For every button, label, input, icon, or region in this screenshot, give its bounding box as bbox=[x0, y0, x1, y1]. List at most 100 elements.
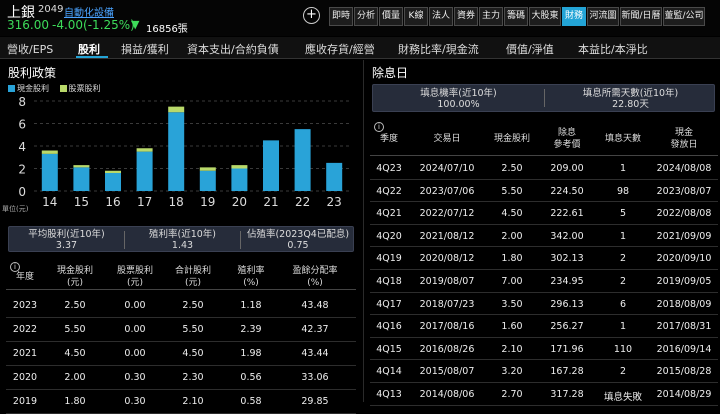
table-cell: 2.50 bbox=[501, 163, 523, 174]
nav-tab[interactable]: 財務比率/現金流 bbox=[398, 41, 479, 57]
column-header[interactable]: 填息天數 bbox=[596, 133, 650, 145]
column-header[interactable]: 股票股利 (元) bbox=[106, 265, 164, 289]
table-row[interactable]: 4Q13 2014/08/06 2.70 317.28 填息失敗 2014/08/29 bbox=[370, 383, 718, 406]
table-cell: 2020 bbox=[12, 372, 38, 383]
toolbar-button[interactable]: 河流圖 bbox=[587, 7, 619, 26]
table-cell: 6 bbox=[619, 298, 627, 310]
nav-tab[interactable]: 損益/獲利 bbox=[121, 41, 169, 57]
column-header[interactable]: 現金股利 bbox=[486, 133, 538, 145]
toolbar-button[interactable]: 資券 bbox=[454, 7, 478, 26]
table-cell: 5.50 bbox=[501, 185, 523, 197]
toolbar-button[interactable]: 分析 bbox=[354, 7, 378, 26]
table-cell: 2023/07/06 bbox=[419, 185, 475, 197]
table-row[interactable]: 4Q21 2022/07/12 4.50 222.61 5 2022/08/08 bbox=[370, 202, 718, 225]
table-cell: 98 bbox=[616, 185, 630, 197]
table-cell: 317.28 bbox=[550, 389, 584, 400]
table-row[interactable]: 4Q16 2017/08/16 1.60 256.27 1 2017/08/31 bbox=[370, 315, 718, 338]
add-watchlist-button[interactable]: + bbox=[303, 7, 320, 24]
table-cell: 1.60 bbox=[501, 321, 523, 333]
nav-tab[interactable]: 本益比/本淨比 bbox=[578, 41, 648, 57]
nav-tab[interactable]: 價值/淨值 bbox=[506, 41, 554, 57]
toolbar-button[interactable]: K線 bbox=[404, 7, 428, 26]
table-cell: 1.18 bbox=[240, 300, 262, 311]
industry-link[interactable]: 自動化設備 bbox=[64, 4, 114, 19]
price-change: -4.00(-1.25%) bbox=[52, 18, 135, 32]
column-header[interactable]: 年度 bbox=[6, 271, 44, 283]
stock-dividend-bar bbox=[136, 148, 153, 152]
table-row[interactable]: 4Q15 2016/08/26 2.10 171.96 110 2016/09/14 bbox=[370, 338, 718, 361]
panel-divider bbox=[363, 60, 364, 402]
table-cell: 2015/08/07 bbox=[419, 366, 475, 378]
avg-dividend-value: 3.37 bbox=[55, 240, 78, 251]
y-tick-label: 2 bbox=[18, 163, 26, 177]
table-row[interactable]: 4Q23 2024/07/10 2.50 209.00 1 2024/08/08 bbox=[370, 157, 718, 180]
x-tick-label: 16 bbox=[105, 195, 120, 209]
table-cell: 2 bbox=[619, 276, 627, 287]
table-cell: 2024/08/08 bbox=[656, 163, 712, 174]
table-cell: 5.50 bbox=[182, 324, 204, 335]
nav-tab[interactable]: 股利 bbox=[78, 41, 100, 57]
cash-dividend-bar bbox=[168, 112, 185, 191]
table-cell: 4Q14 bbox=[376, 366, 402, 378]
finance-subnav: 營收/EPS 股利 損益/獲利 資本支出/合約負債 應收存貨/經營 財務比率/現金流 價值/… bbox=[0, 37, 720, 59]
table-header-divider bbox=[370, 155, 718, 156]
toolbar-button[interactable]: 籌碼 bbox=[504, 7, 528, 26]
table-cell: 4Q20 bbox=[376, 230, 402, 242]
column-header[interactable]: 殖利率 (%) bbox=[222, 265, 280, 289]
table-cell: 2 bbox=[619, 253, 627, 265]
column-header[interactable]: 合計股利 (元) bbox=[164, 265, 222, 289]
table-row[interactable]: 2021 4.50 0.00 4.50 1.98 43.44 bbox=[6, 342, 356, 366]
table-cell: 4Q18 bbox=[376, 276, 402, 287]
table-row[interactable]: 4Q19 2020/08/12 1.80 302.13 2 2020/09/10 bbox=[370, 247, 718, 270]
table-cell: 3.20 bbox=[501, 366, 523, 378]
table-row[interactable]: 2022 5.50 0.00 5.50 2.39 42.37 bbox=[6, 318, 356, 342]
table-cell: 43.48 bbox=[301, 300, 329, 311]
column-header[interactable]: 季度 bbox=[370, 133, 408, 145]
table-cell: 2.00 bbox=[64, 372, 86, 383]
table-row[interactable]: 4Q20 2021/08/12 2.00 342.00 1 2021/09/09 bbox=[370, 225, 718, 248]
table-cell: 2014/08/29 bbox=[656, 389, 712, 400]
dividend-bar-chart: 0 2 4 6 8 14 15 16 17 18 19 20 21 22 23 單位(元) bbox=[2, 95, 350, 213]
table-row[interactable]: 4Q14 2015/08/07 3.20 167.28 2 2015/08/28 bbox=[370, 360, 718, 383]
toolbar-button[interactable]: 新聞/日曆 bbox=[620, 7, 662, 26]
toolbar-button[interactable]: 法人 bbox=[429, 7, 453, 26]
toolbar-button[interactable]: 大股東 bbox=[529, 7, 561, 26]
table-cell: 4Q22 bbox=[376, 185, 402, 197]
nav-tab[interactable]: 應收存貨/經營 bbox=[305, 41, 375, 57]
x-tick-label: 19 bbox=[200, 195, 215, 209]
table-cell: 2018/08/09 bbox=[656, 298, 712, 310]
y-tick-label: 8 bbox=[18, 95, 26, 109]
table-cell: 296.13 bbox=[550, 298, 584, 310]
column-header[interactable]: 除息 參考價 bbox=[538, 127, 596, 151]
toolbar-button[interactable]: 董監/公司 bbox=[663, 7, 705, 26]
table-row[interactable]: 2023 2.50 0.00 2.50 1.18 43.48 bbox=[6, 294, 356, 318]
stock-dividend-bar bbox=[199, 167, 216, 171]
column-header[interactable]: 現金 發放日 bbox=[650, 127, 718, 151]
table-cell: 2021/09/09 bbox=[656, 230, 712, 242]
table-row[interactable]: 2019 1.80 0.30 2.10 0.58 29.85 bbox=[6, 390, 356, 414]
column-header[interactable]: 交易日 bbox=[408, 133, 486, 145]
dividend-policy-title: 股利政策 bbox=[8, 66, 57, 80]
cash-dividend-bar bbox=[73, 167, 90, 191]
table-cell: 209.00 bbox=[550, 163, 584, 174]
info-icon[interactable]: i bbox=[374, 122, 384, 132]
table-row[interactable]: 2020 2.00 0.30 2.30 0.56 33.06 bbox=[6, 366, 356, 390]
column-header[interactable]: 盈餘分配率 (%) bbox=[280, 265, 350, 289]
cash-dividend-bar bbox=[105, 173, 121, 191]
table-row[interactable]: 4Q18 2019/08/07 7.00 234.95 2 2019/09/05 bbox=[370, 270, 718, 293]
table-row[interactable]: 4Q17 2018/07/23 3.50 296.13 6 2018/08/09 bbox=[370, 293, 718, 316]
toolbar-button[interactable]: 即時 bbox=[329, 7, 353, 26]
toolbar-button[interactable]: 主力 bbox=[479, 7, 503, 26]
cash-dividend-bar bbox=[294, 129, 311, 191]
toolbar-button[interactable]: 財務 bbox=[562, 7, 586, 26]
table-cell: 4Q15 bbox=[376, 343, 402, 355]
current-yield-label: 佔殖率(2023Q4已配息) bbox=[246, 229, 350, 240]
column-header[interactable]: 現金股利 (元) bbox=[44, 265, 106, 289]
nav-tab[interactable]: 資本支出/合約負債 bbox=[187, 41, 279, 57]
table-cell: 2.10 bbox=[501, 343, 523, 355]
table-row[interactable]: 4Q22 2023/07/06 5.50 224.50 98 2023/08/07 bbox=[370, 180, 718, 203]
ex-dividend-summary-box: 填息機率(近10年) 100.00% 填息所需天數(近10年) 22.80天 bbox=[372, 84, 715, 112]
nav-tab[interactable]: 營收/EPS bbox=[7, 41, 53, 57]
toolbar-button[interactable]: 價量 bbox=[379, 7, 403, 26]
table-cell: 342.00 bbox=[550, 230, 584, 242]
